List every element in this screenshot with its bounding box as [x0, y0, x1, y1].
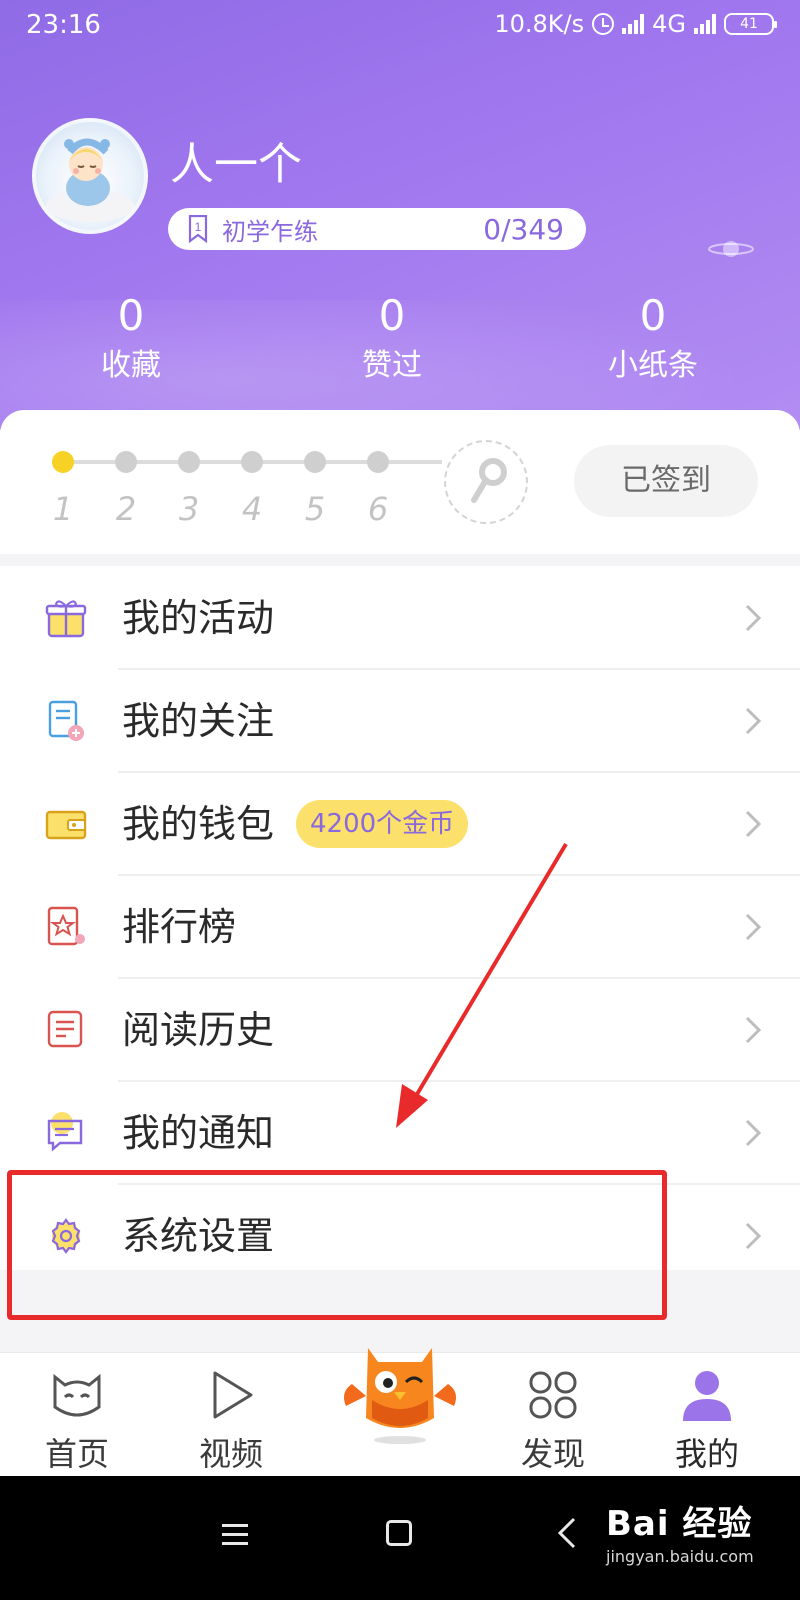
checkin-dot-6 [367, 451, 389, 473]
settings-gear-icon [51, 1218, 81, 1254]
stat-label: 小纸条 [608, 348, 698, 383]
gift-icon [45, 600, 87, 638]
stats-row: 0 收藏 0 赞过 0 小纸条 [0, 288, 800, 398]
stat-value: 0 [378, 291, 406, 340]
tab-home[interactable]: 首页 [12, 1353, 142, 1477]
back-chevron-icon[interactable] [556, 1516, 578, 1550]
cat-home-icon [53, 1373, 101, 1417]
checkin-day: 5 [304, 490, 326, 528]
tab-discover[interactable]: 发现 [488, 1353, 618, 1477]
network-type: 4G [652, 10, 686, 38]
username: 人一个 [170, 139, 302, 190]
checkin-dot-5 [304, 451, 326, 473]
checkin-day: 4 [241, 490, 263, 528]
menu-item-label: 系统设置 [122, 1214, 275, 1258]
checkin-day: 6 [367, 490, 389, 528]
tab-video[interactable]: 视频 [166, 1353, 296, 1477]
menu-item-label: 排行榜 [122, 905, 237, 949]
battery-icon: 41 [724, 13, 777, 35]
tab-label: 发现 [520, 1435, 585, 1473]
tab-profile[interactable]: 我的 [642, 1353, 772, 1477]
checkin-dot-1 [52, 451, 74, 473]
menu-item-following[interactable]: 我的关注 [0, 669, 800, 773]
menu-item-label: 我的关注 [122, 699, 275, 743]
tab-label: 视频 [198, 1435, 263, 1473]
stat-liked[interactable]: 0 赞过 [292, 288, 492, 388]
wallet-icon [45, 810, 87, 840]
signed-in-button[interactable]: 已签到 [574, 445, 758, 517]
checkin-dot-2 [115, 451, 137, 473]
chevron-right-icon [745, 707, 762, 735]
chevron-right-icon [745, 1222, 762, 1250]
hd-signal-icon [622, 14, 645, 34]
watermark-logo: Bai 经验 [606, 1504, 753, 1544]
checkin-day: 3 [178, 490, 200, 528]
owl-mascot-icon[interactable] [338, 1322, 462, 1446]
chevron-right-icon [745, 810, 762, 838]
stat-favorites[interactable]: 0 收藏 [31, 288, 231, 388]
menu-item-label: 阅读历史 [122, 1008, 275, 1052]
history-icon [47, 1010, 83, 1048]
stat-label: 收藏 [101, 348, 161, 383]
status-time: 23:16 [26, 10, 101, 40]
user-profile-icon [683, 1371, 731, 1421]
reward-key-icon[interactable] [444, 440, 528, 524]
chevron-right-icon [745, 604, 762, 632]
stat-value: 0 [117, 291, 145, 340]
menu-item-activities[interactable]: 我的活动 [0, 566, 800, 670]
checkin-day: 2 [115, 490, 137, 528]
stat-value: 0 [639, 291, 667, 340]
ranking-icon [47, 906, 85, 946]
menu-item-label: 我的钱包 [122, 802, 275, 846]
system-nav-bar: Bai 经验 jingyan.baidu.com [0, 1476, 800, 1600]
checkin-day: 1 [52, 490, 74, 528]
play-video-icon [213, 1371, 253, 1419]
baby-avatar-icon [46, 138, 134, 222]
signal-icon [694, 14, 716, 34]
recent-apps-icon[interactable] [222, 1524, 248, 1546]
red-arrow-annotation [396, 842, 568, 1128]
chevron-right-icon [745, 913, 762, 941]
profile-header: 23:16 10.8K/s 4G 41 人一个 1 初学乍练 0/349 0 收… [0, 0, 800, 430]
checkin-dot-4 [241, 451, 263, 473]
status-bar: 23:16 10.8K/s 4G 41 [0, 0, 800, 50]
chevron-right-icon [745, 1016, 762, 1044]
follow-list-icon [48, 700, 84, 741]
notification-icon [47, 1112, 83, 1152]
tab-label: 首页 [44, 1435, 109, 1473]
avatar[interactable] [32, 118, 148, 234]
menu-item-label: 我的通知 [122, 1111, 275, 1155]
planet-decoration-icon [708, 241, 754, 257]
tab-label: 我的 [674, 1435, 739, 1473]
stat-notes[interactable]: 0 小纸条 [553, 288, 753, 388]
bookmark-level-icon: 1 [188, 215, 208, 243]
checkin-card: 1 2 3 4 5 6 已签到 [0, 410, 800, 554]
baidu-jingyan-watermark: Bai 经验 jingyan.baidu.com [606, 1496, 754, 1566]
chevron-right-icon [745, 1119, 762, 1147]
watermark-url: jingyan.baidu.com [606, 1547, 754, 1566]
menu-item-label: 我的活动 [122, 596, 275, 640]
net-speed: 10.8K/s [494, 10, 585, 38]
svg-text:1: 1 [195, 220, 202, 234]
status-indicators: 10.8K/s 4G 41 [494, 10, 777, 38]
level-progress: 0/349 [483, 212, 564, 246]
discover-clover-icon [529, 1371, 577, 1419]
level-label: 初学乍练 [222, 217, 318, 246]
checkin-dot-3 [178, 451, 200, 473]
home-square-icon[interactable] [386, 1520, 412, 1546]
level-pill[interactable]: 1 初学乍练 0/349 [168, 208, 586, 250]
alarm-icon [592, 13, 615, 35]
stat-label: 赞过 [362, 348, 422, 383]
